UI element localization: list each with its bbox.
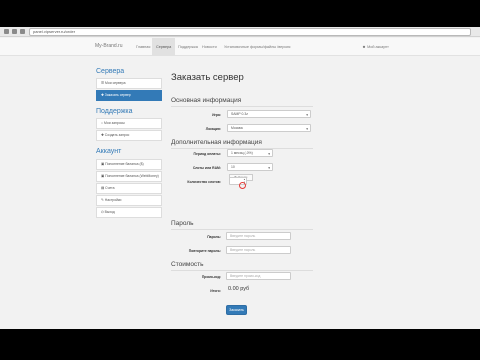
sidebar-item-my-servers[interactable]: ☰ Мои сервера: [96, 78, 162, 89]
chevron-down-icon: ▾: [306, 113, 308, 117]
sidebar-item-topup-card[interactable]: ▣ Пополнение баланса ($): [96, 159, 162, 170]
count-label: Количество слотов:: [187, 180, 221, 184]
sidebar-heading-servers: Сервера: [96, 68, 125, 75]
game-select[interactable]: SAMP 0.3z ▾: [227, 110, 311, 118]
section-title-password: Пароль: [171, 220, 194, 227]
divider: [171, 106, 313, 107]
period-select[interactable]: 1 месяц (-0%) ▾: [227, 149, 273, 157]
sidebar-item-label: Выход: [104, 210, 115, 214]
nav-link-servers[interactable]: Сервера: [152, 38, 176, 56]
sidebar-item-topup-webmoney[interactable]: ▣ Пополнение баланса (WebMoney): [96, 171, 162, 182]
slots-select[interactable]: 10 ▾: [227, 163, 273, 171]
password-repeat-label: Повторите пароль:: [188, 249, 221, 253]
sidebar-item-label: Создать запрос: [104, 133, 130, 137]
sidebar-item-new-ticket[interactable]: ✚ Создать запрос: [96, 130, 162, 141]
section-title-cost: Стоимость: [171, 261, 204, 268]
user-menu[interactable]: ☻ Мой аккаунт: [362, 38, 389, 56]
sidebar-item-label: Заказать сервер: [104, 93, 131, 97]
forward-icon[interactable]: [12, 29, 17, 34]
slots-label: Слоты или RAM:: [192, 166, 221, 170]
sidebar-item-settings[interactable]: ✎ Настройки: [96, 195, 162, 206]
sidebar-heading-support: Поддержка: [96, 108, 133, 115]
game-label: Игра:: [212, 113, 221, 117]
section-title-basic: Основная информация: [171, 97, 242, 104]
sidebar-item-label: Настройки: [104, 198, 122, 202]
browser-toolbar: panel.vipserver.ru/order: [0, 27, 480, 37]
back-icon[interactable]: [4, 29, 9, 34]
sidebar-item-logout[interactable]: ⏻ Выход: [96, 207, 162, 218]
total-value: 0.00 руб: [228, 286, 250, 292]
brand-logo[interactable]: My-Brand.ru: [95, 43, 123, 49]
divider: [171, 229, 313, 230]
sidebar-item-order-server[interactable]: ✚ Заказать сервер: [96, 90, 162, 101]
chevron-down-icon: ▾: [306, 127, 308, 131]
sidebar-item-my-tickets[interactable]: ○ Мои запросы: [96, 118, 162, 129]
location-label: Локация:: [205, 127, 221, 131]
game-value: SAMP 0.3z: [231, 112, 248, 116]
total-label: Итого:: [210, 289, 221, 293]
promo-field[interactable]: Введите промо-код: [226, 272, 291, 280]
password-repeat-field[interactable]: Введите пароль: [226, 246, 291, 254]
section-title-extra: Дополнительная информация: [171, 139, 262, 146]
slots-value: 10: [231, 165, 235, 169]
password-label: Пароль:: [207, 235, 221, 239]
cursor-highlight-icon: [239, 182, 246, 189]
top-navbar: My-Brand.ru Главная Сервера Поддержка Но…: [0, 38, 480, 56]
sidebar-item-label: Пополнение баланса ($): [105, 162, 144, 166]
address-bar[interactable]: panel.vipserver.ru/order: [29, 28, 471, 36]
password-field[interactable]: Введите пароль: [226, 232, 291, 240]
period-value: 1 месяц (-0%): [231, 151, 253, 155]
browser-window: panel.vipserver.ru/order My-Brand.ru Гла…: [0, 27, 480, 329]
sidebar-item-label: Счета: [105, 186, 115, 190]
location-select[interactable]: Москва ▾: [227, 124, 311, 132]
sidebar-item-invoices[interactable]: ▤ Счета: [96, 183, 162, 194]
sidebar-item-label: Мои запросы: [104, 121, 125, 125]
period-label: Период оплаты:: [193, 152, 221, 156]
reload-icon[interactable]: [20, 29, 25, 34]
user-icon: ☻: [362, 45, 366, 49]
sidebar-item-label: Мои сервера: [104, 81, 126, 85]
user-menu-label: Мой аккаунт: [367, 45, 389, 49]
page-title: Заказать сервер: [171, 72, 244, 83]
promo-label: Промо-код:: [201, 275, 221, 279]
chevron-down-icon: ▾: [268, 166, 270, 170]
location-value: Москва: [231, 126, 243, 130]
chevron-down-icon: ▾: [268, 152, 270, 156]
nav-link-install[interactable]: Установочные формы/файлы /версия: [220, 38, 294, 56]
nav-link-news[interactable]: Новости: [198, 38, 221, 56]
divider: [171, 270, 313, 271]
sidebar-heading-account: Аккаунт: [96, 148, 122, 155]
order-button[interactable]: Заказать: [226, 305, 247, 315]
sidebar-item-label: Пополнение баланса (WebMoney): [105, 174, 159, 178]
